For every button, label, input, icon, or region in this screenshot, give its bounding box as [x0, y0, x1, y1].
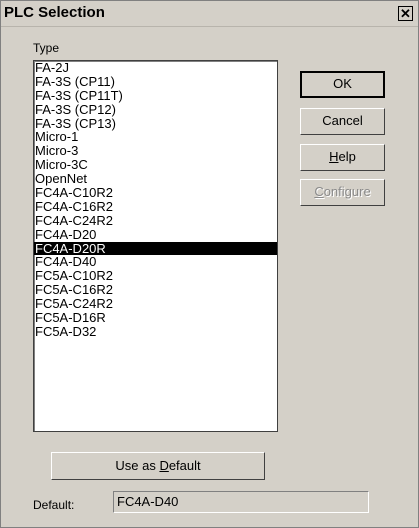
list-item[interactable]: Micro-1: [34, 130, 277, 144]
use-default-rest: efault: [168, 458, 201, 473]
list-item[interactable]: FA-3S (CP11T): [34, 88, 277, 103]
list-item[interactable]: OpenNet: [34, 172, 277, 186]
close-button[interactable]: ✕: [398, 6, 413, 21]
list-item[interactable]: FC4A-C10R2: [34, 186, 277, 200]
configure-button-label: onfigure: [323, 184, 371, 199]
configure-mnemonic: C: [314, 184, 324, 199]
list-item[interactable]: FA-3S (CP13): [34, 116, 277, 131]
default-label: Default:: [33, 498, 75, 512]
list-item[interactable]: FA-2J: [34, 61, 277, 75]
list-item[interactable]: FC4A-D20: [34, 227, 277, 242]
help-button-label: elp: [338, 149, 356, 164]
list-item[interactable]: FC4A-D40: [34, 255, 277, 269]
list-item[interactable]: FC5A-C24R2: [34, 297, 277, 311]
cancel-button[interactable]: Cancel: [300, 108, 385, 135]
list-item[interactable]: FC5A-D16R: [34, 311, 277, 325]
list-item[interactable]: FA-3S (CP12): [34, 102, 277, 117]
use-default-prefix: Use as: [115, 458, 160, 473]
list-item[interactable]: FA-3S (CP11): [34, 74, 277, 89]
type-label: Type: [33, 41, 60, 55]
list-item-selected[interactable]: FC4A-D20R: [34, 241, 277, 256]
plc-selection-dialog: PLC Selection ✕ Type FA-2J FA-3S (CP11) FA…: [0, 0, 419, 528]
title-bar: PLC Selection ✕: [1, 1, 418, 27]
help-mnemonic: H: [329, 149, 339, 164]
cancel-button-label: Cancel: [322, 113, 363, 128]
list-item[interactable]: FC4A-C16R2: [34, 200, 277, 214]
list-item[interactable]: Micro-3: [34, 144, 277, 158]
list-item[interactable]: FC5A-C10R2: [34, 269, 277, 283]
close-icon: ✕: [400, 6, 411, 21]
list-item[interactable]: FC4A-C24R2: [34, 213, 277, 228]
plc-type-listbox[interactable]: FA-2J FA-3S (CP11) FA-3S (CP11T) FA-3S (CP1…: [33, 60, 278, 432]
configure-button[interactable]: Configure: [300, 179, 385, 206]
use-default-mnemonic: D: [159, 458, 169, 473]
list-item[interactable]: FC5A-C16R2: [34, 283, 277, 297]
help-button[interactable]: Help: [300, 144, 385, 171]
ok-button[interactable]: OK: [300, 71, 385, 98]
ok-button-label: OK: [333, 76, 352, 91]
list-item[interactable]: FC5A-D32: [34, 325, 277, 339]
use-as-default-button[interactable]: Use as Default: [51, 452, 265, 480]
dialog-title: PLC Selection: [4, 4, 105, 21]
default-value-field: FC4A-D40: [113, 491, 369, 513]
list-item[interactable]: Micro-3C: [34, 158, 277, 172]
